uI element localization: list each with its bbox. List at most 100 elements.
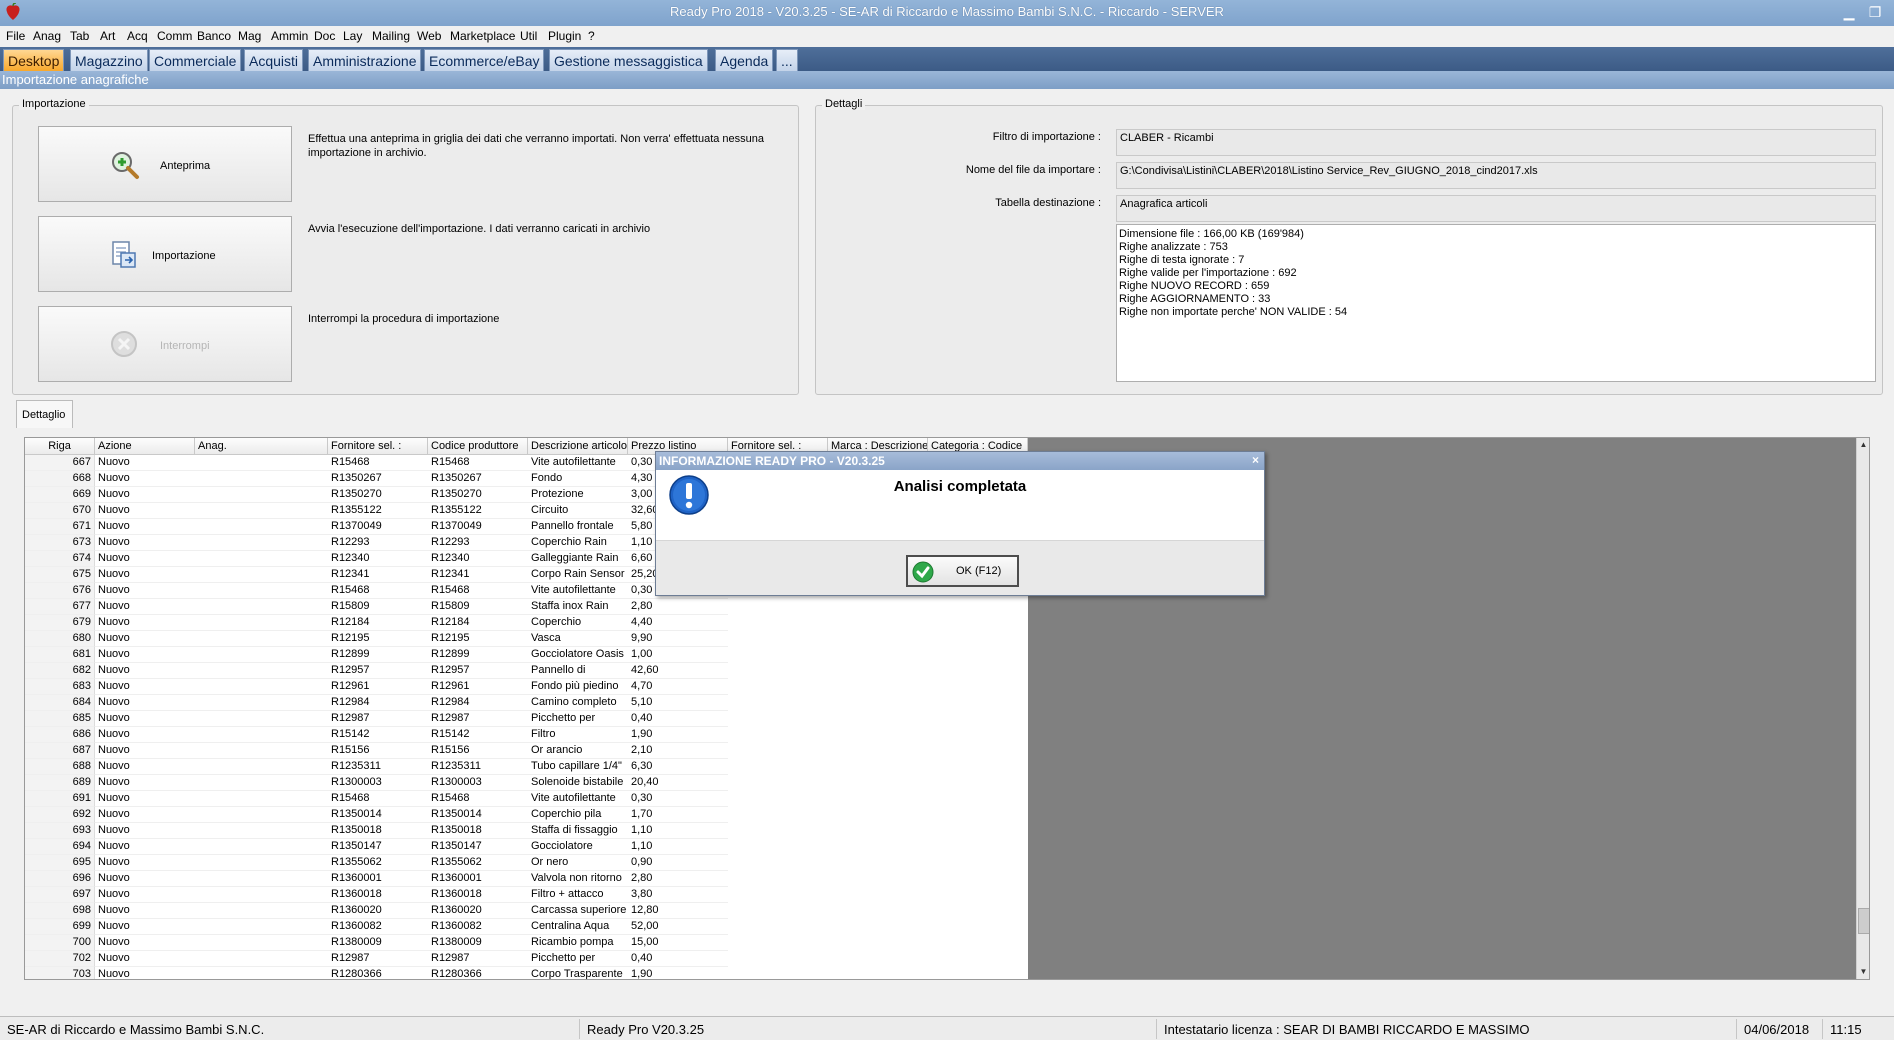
- column-header[interactable]: Descrizione articolo: [528, 438, 628, 455]
- menu-util[interactable]: Util: [520, 29, 537, 43]
- table-row[interactable]: 679 Nuovo R12184 R12184 Coperchio 4,40: [25, 615, 1028, 631]
- summary-line: Dimensione file : 166,00 KB (169'984): [1119, 228, 1304, 240]
- table-row[interactable]: 680 Nuovo R12195 R12195 Vasca 9,90: [25, 631, 1028, 647]
- riga-cell: 674: [25, 551, 95, 567]
- table-row[interactable]: 682 Nuovo R12957 R12957 Pannello di 42,60: [25, 663, 1028, 679]
- tab-gestione-messaggistica[interactable]: Gestione messaggistica: [549, 49, 708, 71]
- table-row[interactable]: 702 Nuovo R12987 R12987 Picchetto per 0,40: [25, 951, 1028, 967]
- grid-scrollbar[interactable]: ▲ ▼: [1856, 438, 1869, 979]
- column-header[interactable]: Azione: [95, 438, 195, 455]
- column-header[interactable]: Codice produttore: [428, 438, 528, 455]
- riga-cell: 668: [25, 471, 95, 487]
- ok-button[interactable]: OK (F12): [906, 555, 1019, 587]
- descrizione-cell: Or nero: [528, 855, 628, 871]
- document-import-icon: [112, 241, 136, 268]
- anag-cell: [195, 455, 328, 471]
- anag-cell: [195, 599, 328, 615]
- anag-cell: [195, 871, 328, 887]
- table-row[interactable]: 692 Nuovo R1350014 R1350014 Coperchio pila 1,…: [25, 807, 1028, 823]
- anteprima-button[interactable]: Anteprima: [38, 126, 292, 202]
- table-row[interactable]: 700 Nuovo R1380009 R1380009 Ricambio pompa 15…: [25, 935, 1028, 951]
- scroll-thumb[interactable]: [1858, 908, 1869, 934]
- menu-mailing[interactable]: Mailing: [372, 29, 410, 43]
- table-row[interactable]: 689 Nuovo R1300003 R1300003 Solenoide bistab…: [25, 775, 1028, 791]
- column-header[interactable]: Anag.: [195, 438, 328, 455]
- azione-cell: Nuovo: [95, 471, 195, 487]
- azione-cell: Nuovo: [95, 711, 195, 727]
- tab-magazzino[interactable]: Magazzino: [70, 49, 148, 71]
- table-row[interactable]: 695 Nuovo R1355062 R1355062 Or nero 0,90: [25, 855, 1028, 871]
- scroll-up-icon[interactable]: ▲: [1857, 438, 1869, 452]
- riga-cell: 693: [25, 823, 95, 839]
- riga-cell: 679: [25, 615, 95, 631]
- prezzo-cell: 2,80: [628, 599, 728, 615]
- tab-amministrazione[interactable]: Amministrazione: [308, 49, 422, 71]
- table-row[interactable]: 685 Nuovo R12987 R12987 Picchetto per 0,40: [25, 711, 1028, 727]
- menu-comm[interactable]: Comm: [157, 29, 192, 43]
- table-row[interactable]: 696 Nuovo R1360001 R1360001 Valvola non rito…: [25, 871, 1028, 887]
- menu-mag[interactable]: Mag: [238, 29, 261, 43]
- codice-cell: R12195: [428, 631, 528, 647]
- table-row[interactable]: 684 Nuovo R12984 R12984 Camino completo 5,10: [25, 695, 1028, 711]
- menu-anag[interactable]: Anag: [33, 29, 61, 43]
- column-header[interactable]: Riga: [25, 438, 95, 455]
- table-row[interactable]: 697 Nuovo R1360018 R1360018 Filtro + attacco…: [25, 887, 1028, 903]
- table-row[interactable]: 681 Nuovo R12899 R12899 Gocciolatore Oasis 1,…: [25, 647, 1028, 663]
- dialog-close-icon[interactable]: ×: [1252, 453, 1259, 467]
- interrompi-button[interactable]: Interrompi: [38, 306, 292, 382]
- scroll-down-icon[interactable]: ▼: [1857, 965, 1869, 979]
- menu-lay[interactable]: Lay: [343, 29, 362, 43]
- table-row[interactable]: 693 Nuovo R1350018 R1350018 Staffa di fissag…: [25, 823, 1028, 839]
- table-row[interactable]: 677 Nuovo R15809 R15809 Staffa inox Rain 2,80: [25, 599, 1028, 615]
- table-row[interactable]: 703 Nuovo R1280366 R1280366 Corpo Trasparent…: [25, 967, 1028, 979]
- table-row[interactable]: 686 Nuovo R15142 R15142 Filtro 1,90: [25, 727, 1028, 743]
- codice-cell: R15142: [428, 727, 528, 743]
- tab-dettaglio[interactable]: Dettaglio: [16, 400, 73, 428]
- table-row[interactable]: 698 Nuovo R1360020 R1360020 Carcassa superio…: [25, 903, 1028, 919]
- riga-cell: 677: [25, 599, 95, 615]
- fornitore-cell: R1360001: [328, 871, 428, 887]
- menu-art[interactable]: Art: [100, 29, 115, 43]
- menu-web[interactable]: Web: [417, 29, 441, 43]
- table-row[interactable]: 687 Nuovo R15156 R15156 Or arancio 2,10: [25, 743, 1028, 759]
- summary-line: Righe AGGIORNAMENTO : 33: [1119, 293, 1271, 305]
- table-row[interactable]: 683 Nuovo R12961 R12961 Fondo più piedino 4,7…: [25, 679, 1028, 695]
- riga-cell: 698: [25, 903, 95, 919]
- tab-commerciale[interactable]: Commerciale: [149, 49, 242, 71]
- anag-cell: [195, 471, 328, 487]
- riga-cell: 669: [25, 487, 95, 503]
- menu-help[interactable]: ?: [588, 29, 595, 43]
- descrizione-cell: Filtro + attacco: [528, 887, 628, 903]
- menu-ammin[interactable]: Ammin: [271, 29, 308, 43]
- menu-banco[interactable]: Banco: [197, 29, 231, 43]
- descrizione-cell: Gocciolatore Oasis: [528, 647, 628, 663]
- tab-more[interactable]: ...: [776, 49, 798, 71]
- menu-acq[interactable]: Acq: [127, 29, 148, 43]
- menu-doc[interactable]: Doc: [314, 29, 335, 43]
- column-header[interactable]: Fornitore sel. :: [328, 438, 428, 455]
- table-row[interactable]: 691 Nuovo R15468 R15468 Vite autofilettante 0…: [25, 791, 1028, 807]
- anag-cell: [195, 631, 328, 647]
- menu-plugin[interactable]: Plugin: [548, 29, 581, 43]
- importazione-button[interactable]: Importazione: [38, 216, 292, 292]
- menu-file[interactable]: File: [6, 29, 25, 43]
- table-row[interactable]: 688 Nuovo R1235311 R1235311 Tubo capillare 1…: [25, 759, 1028, 775]
- tab-agenda[interactable]: Agenda: [715, 49, 774, 71]
- tab-acquisti[interactable]: Acquisti: [244, 49, 304, 71]
- table-row[interactable]: 694 Nuovo R1350147 R1350147 Gocciolatore 1,10: [25, 839, 1028, 855]
- info-dialog: INFORMAZIONE READY PRO - V20.3.25 × Anal…: [655, 451, 1265, 596]
- maximize-icon[interactable]: ❐: [1862, 2, 1888, 24]
- prezzo-cell: 0,90: [628, 855, 728, 871]
- azione-cell: Nuovo: [95, 871, 195, 887]
- minimize-icon[interactable]: ▁: [1836, 2, 1862, 24]
- tab-ecommerce-ebay[interactable]: Ecommerce/eBay: [424, 49, 545, 71]
- azione-cell: Nuovo: [95, 647, 195, 663]
- ok-button-label: OK (F12): [956, 565, 1002, 577]
- descrizione-cell: Picchetto per: [528, 951, 628, 967]
- menu-tab[interactable]: Tab: [70, 29, 89, 43]
- table-row[interactable]: 699 Nuovo R1360082 R1360082 Centralina Aqua 5…: [25, 919, 1028, 935]
- azione-cell: Nuovo: [95, 631, 195, 647]
- tab-desktop[interactable]: Desktop: [3, 49, 65, 71]
- menu-marketplace[interactable]: Marketplace: [450, 29, 515, 43]
- azione-cell: Nuovo: [95, 855, 195, 871]
